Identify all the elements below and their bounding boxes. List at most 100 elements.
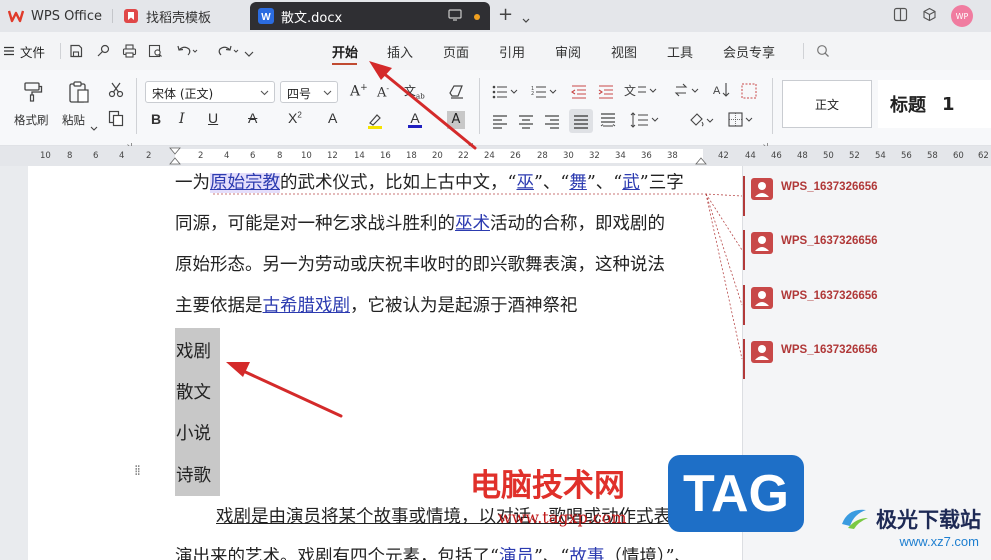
highlight-icon[interactable] [366,112,384,134]
align-center-icon[interactable] [518,114,534,133]
user-icon [751,178,773,200]
link[interactable]: 巫 [516,173,534,193]
decrease-indent-icon[interactable] [571,84,587,103]
text-direction-icon[interactable]: A [713,82,731,103]
link[interactable]: 古希腊戏剧 [263,296,351,316]
search-icon[interactable] [816,43,830,62]
redo-icon[interactable] [218,43,240,62]
selected-line[interactable]: 小说 [176,420,211,445]
selected-line[interactable]: 散文 [176,379,211,404]
link[interactable]: 武 [622,173,640,193]
ruler-tick-label: 2 [198,151,204,161]
print-preview-icon[interactable] [148,43,163,62]
borders-icon[interactable] [728,112,756,132]
print-icon[interactable] [122,43,137,62]
numbered-list-icon[interactable]: 12 [531,84,557,103]
add-tab-icon[interactable]: + [498,6,513,24]
comment-marker [743,176,745,216]
tab-document[interactable]: W 散文.docx [250,2,490,30]
ruler-tick-label: 8 [67,151,73,161]
bold-icon[interactable]: B [151,111,161,127]
tab-template-store[interactable]: 找稻壳模板 [115,2,245,30]
paragraph-line[interactable]: 演出来的艺术。戏剧有四个元素，包括了“演员”、“故事（情境）”、 [175,546,692,560]
menu-member[interactable]: 会员专享 [723,42,775,61]
style-normal[interactable]: 正文 [782,80,872,128]
show-marks-icon[interactable] [741,83,757,103]
cube-icon[interactable] [922,7,937,26]
cut-icon[interactable] [108,82,124,102]
undo-icon[interactable] [176,43,198,62]
share-icon[interactable] [96,43,110,62]
paste-button[interactable]: 粘贴 [62,112,85,128]
svg-text:A: A [713,85,721,97]
menu-view[interactable]: 视图 [611,42,637,61]
comment-card[interactable]: WPS_1637326656 [743,176,991,216]
selected-line[interactable]: 诗歌 [176,462,211,487]
paragraph-line[interactable]: 同源，可能是对一种乞求战斗胜利的巫术活动的合称，即戏剧的 [175,213,665,235]
character-shading-icon[interactable]: A [447,111,465,129]
link[interactable]: 故事 [569,547,604,560]
style-heading-1[interactable]: 标题 1 [878,80,991,128]
paragraph-line[interactable]: 主要依据是古希腊戏剧，它被认为是起源于酒神祭祀 [175,295,578,317]
copy-icon[interactable] [108,110,124,131]
menu-review[interactable]: 审阅 [555,42,581,61]
screen-icon[interactable] [448,9,462,25]
document-canvas[interactable]: 一为原始宗教的武术仪式，比如上古中文，“巫”、“舞”、“武”三字 同源，可能是对… [0,166,991,560]
menu-page[interactable]: 页面 [443,42,469,61]
superscript-icon[interactable]: X2 [288,110,302,126]
save-icon[interactable] [69,43,83,62]
menu-home[interactable]: 开始 [332,42,358,61]
menu-references[interactable]: 引用 [499,42,525,61]
chevron-down-icon [260,86,269,100]
tag-logo: TAG [668,455,804,532]
file-menu[interactable]: 文件 [4,42,45,61]
menu-insert[interactable]: 插入 [387,42,413,61]
more-commands-chevron-icon[interactable] [244,43,254,62]
bullet-list-icon[interactable] [492,84,518,103]
file-menu-label: 文件 [20,45,46,60]
align-right-icon[interactable] [544,114,560,133]
italic-icon[interactable]: I [179,111,185,127]
user-avatar[interactable]: WP [951,5,973,27]
link[interactable]: 演员 [499,547,534,560]
clear-format-icon[interactable] [448,84,465,103]
chinese-layout-icon[interactable]: 文 [624,83,658,103]
justify-icon[interactable] [569,109,593,133]
increase-indent-icon[interactable] [598,84,614,103]
shading-icon[interactable] [688,112,716,133]
paste-icon[interactable] [67,80,91,108]
link[interactable]: 舞 [569,173,587,193]
text-run: 演出来的艺术。戏剧有四个元素，包括了“ [175,547,499,560]
paragraph-line[interactable]: 一为原始宗教的武术仪式，比如上古中文，“巫”、“舞”、“武”三字 [175,172,684,194]
shrink-font-icon[interactable]: A- [377,84,389,100]
paragraph-line[interactable]: 原始形态。另一为劳动或庆祝丰收时的即兴歌舞表演，这种说法 [175,254,665,276]
distributed-align-icon[interactable] [600,113,616,132]
selected-line[interactable]: 戏剧 [176,338,211,363]
horizontal-ruler[interactable]: 10 8 6 4 2 2 4 6 8 10 12 14 16 18 20 22 … [0,146,991,166]
phonetic-guide-icon[interactable]: 文ab [404,82,425,100]
comment-card[interactable]: WPS_1637326656 [743,230,991,270]
comment-card[interactable]: WPS_1637326656 [743,339,991,379]
format-painter-button[interactable]: 格式刷 [14,112,49,128]
chevron-down-icon[interactable] [522,9,530,28]
format-painter-icon[interactable] [22,80,44,106]
link[interactable]: 巫术 [455,214,490,234]
grow-font-icon[interactable]: A+ [350,83,368,100]
layout-icon[interactable] [893,7,908,26]
comment-card[interactable]: WPS_1637326656 [743,285,991,325]
align-left-icon[interactable] [492,114,508,133]
sort-icon[interactable] [674,83,700,103]
drag-handle-icon[interactable]: ⁞⁞ [134,463,141,479]
tab-wps-office[interactable]: WPS Office [0,2,110,30]
underline-icon[interactable]: U [208,110,218,126]
text-effect-icon[interactable]: A [328,110,337,126]
svg-text:A: A [410,110,420,126]
commented-link[interactable]: 原始宗教 [210,173,280,193]
strikethrough-icon[interactable]: A [248,110,257,126]
font-name-select[interactable]: 宋体 (正文) [145,81,275,103]
menu-tools[interactable]: 工具 [667,42,693,61]
line-spacing-icon[interactable] [630,112,660,132]
font-color-icon[interactable]: A [406,110,424,134]
paste-chevron-icon[interactable] [90,117,98,136]
font-size-select[interactable]: 四号 [280,81,338,103]
